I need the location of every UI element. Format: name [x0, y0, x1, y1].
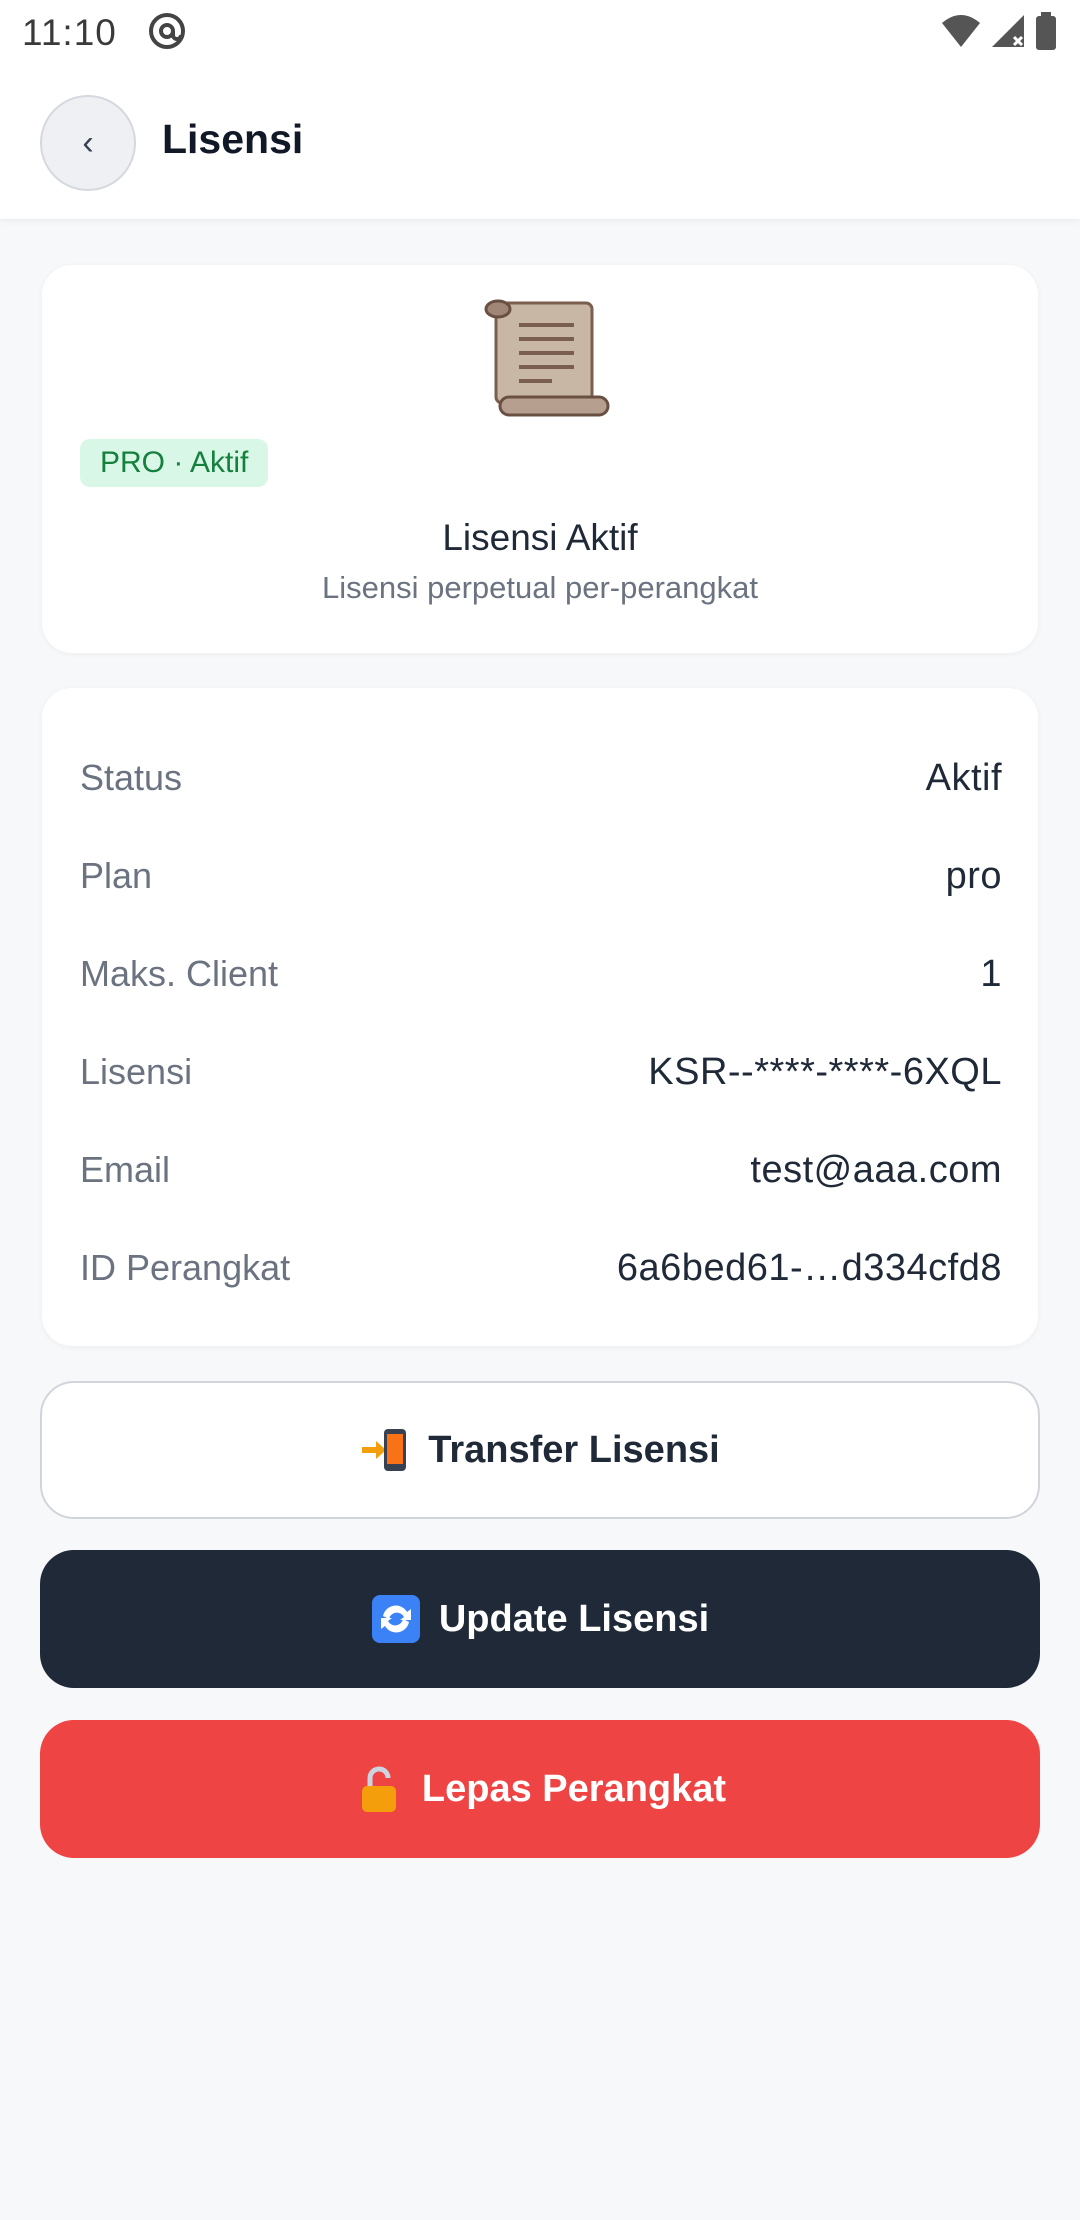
wifi-icon [940, 13, 982, 54]
detail-value: test@aaa.com [750, 1148, 1002, 1191]
update-license-button[interactable]: Update Lisensi [40, 1550, 1040, 1688]
detail-label: Plan [80, 855, 153, 896]
transfer-license-button[interactable]: Transfer Lisensi [40, 1381, 1040, 1519]
phone-transfer-icon [360, 1425, 410, 1475]
at-sign-icon [147, 11, 187, 56]
plan-status-badge: PRO · Aktif [80, 439, 269, 487]
detail-label: Lisensi [80, 1051, 193, 1092]
detail-value: 6a6bed61-…d334cfd8 [616, 1246, 1002, 1289]
license-hero-card: PRO · Aktif Lisensi Aktif Lisensi perpet… [42, 265, 1038, 653]
app-bar: ‹ Lisensi [0, 66, 1080, 220]
detail-label: Status [80, 757, 183, 798]
detail-label: Maks. Client [80, 953, 279, 994]
release-device-label: Lepas Perangkat [421, 1767, 727, 1810]
unlock-icon [354, 1764, 404, 1814]
signal-icon [990, 13, 1026, 54]
battery-icon [1034, 11, 1058, 56]
detail-row-max-client: Maks. Client 1 [80, 944, 1002, 1004]
scroll-icon [474, 299, 614, 419]
release-device-button[interactable]: Lepas Perangkat [40, 1720, 1040, 1858]
detail-row-status: Status Aktif [80, 748, 1002, 808]
status-bar: 11:10 [0, 0, 1080, 66]
detail-value: 1 [980, 952, 1002, 995]
transfer-license-label: Transfer Lisensi [428, 1428, 720, 1471]
license-title: Lisensi Aktif [442, 517, 638, 558]
license-details-card: Status Aktif Plan pro Maks. Client 1 Lis… [42, 688, 1038, 1346]
update-license-label: Update Lisensi [438, 1597, 710, 1640]
refresh-icon [371, 1594, 421, 1644]
detail-row-plan: Plan pro [80, 846, 1002, 906]
detail-value: KSR--****-****-6XQL [648, 1050, 1002, 1093]
license-subtitle: Lisensi perpetual per-perangkat [322, 570, 758, 605]
detail-value: pro [945, 854, 1002, 897]
detail-value: Aktif [925, 756, 1002, 799]
detail-row-email: Email test@aaa.com [80, 1140, 1002, 1200]
page-title: Lisensi [162, 116, 304, 162]
detail-label: ID Perangkat [80, 1247, 291, 1288]
chevron-left-icon: ‹ [82, 123, 94, 162]
status-time: 11:10 [22, 12, 117, 53]
detail-row-license-key: Lisensi KSR--****-****-6XQL [80, 1042, 1002, 1102]
back-button[interactable]: ‹ [40, 95, 136, 191]
detail-label: Email [80, 1149, 171, 1190]
detail-row-device-id: ID Perangkat 6a6bed61-…d334cfd8 [80, 1238, 1002, 1298]
